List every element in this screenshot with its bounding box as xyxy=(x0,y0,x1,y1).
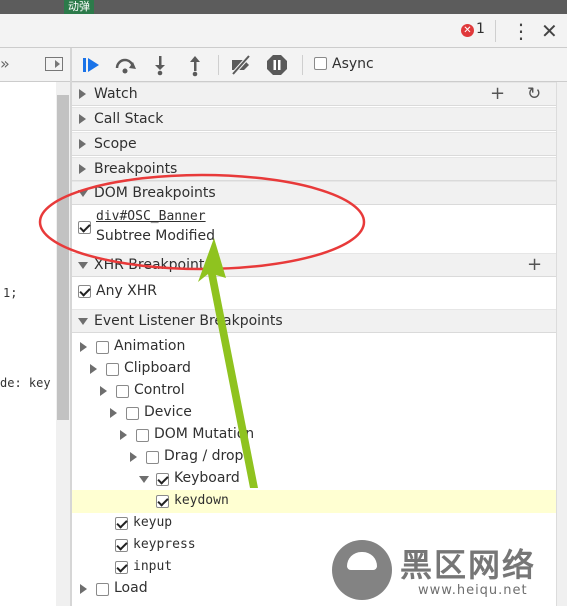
highlight-ellipse xyxy=(38,173,366,271)
pointer-arrow xyxy=(198,238,258,488)
annotation-overlay xyxy=(38,173,366,488)
